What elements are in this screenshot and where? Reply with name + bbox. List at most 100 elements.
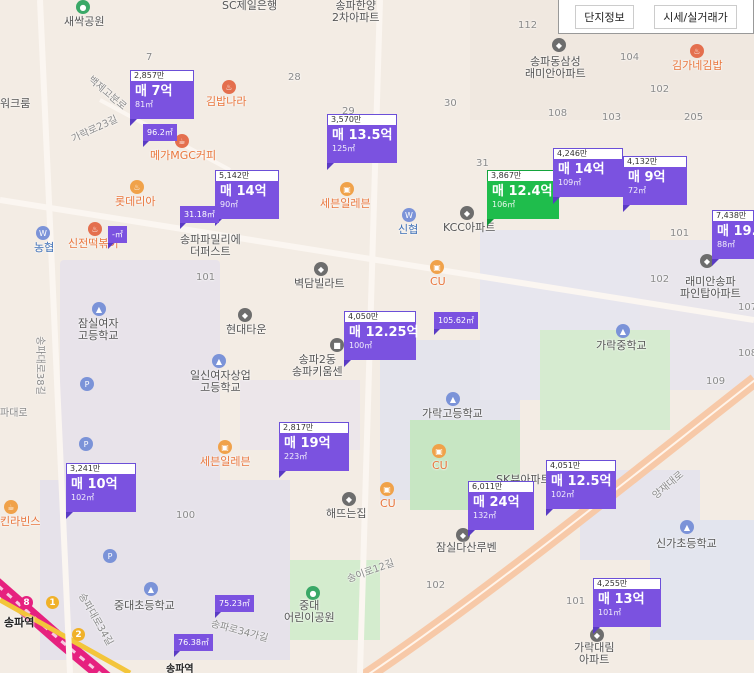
price-marker-selected[interactable]: 3,867만 매 12.4억 ★ 106㎡: [487, 170, 569, 226]
cafe-icon[interactable]: ☕: [4, 500, 18, 514]
parking-icon[interactable]: P: [79, 437, 93, 451]
restaurant-icon[interactable]: ♨: [88, 222, 102, 236]
building-number: 112: [518, 20, 538, 31]
price-per-pyeong: 3,241만: [66, 463, 136, 474]
restaurant-icon[interactable]: ♨: [222, 80, 236, 94]
convenience-store-icon[interactable]: ▣: [380, 482, 394, 496]
price-marker[interactable]: 5,142만 매 14억 90㎡: [215, 170, 279, 226]
area-marker[interactable]: 75.23㎡: [215, 595, 254, 618]
price-per-pyeong: 5,142만: [215, 170, 279, 181]
place-label: 세븐일레븐: [200, 455, 251, 468]
sale-price: 매 14억: [558, 162, 605, 177]
price-per-pyeong: 3,570만: [327, 114, 397, 125]
marker-tail: [623, 205, 637, 212]
area-marker[interactable]: 96.2㎡: [143, 124, 177, 147]
place-label: 메가MGC커피: [150, 149, 217, 162]
building-number: 102: [426, 580, 446, 591]
place-label: 가락대림 아파트: [574, 641, 615, 667]
area-size: 100㎡: [349, 341, 373, 350]
price-marker[interactable]: 4,255만 매 13억 101㎡: [593, 578, 661, 634]
school-icon[interactable]: ▲: [144, 582, 158, 596]
park-icon[interactable]: ●: [306, 586, 320, 600]
convenience-store-icon[interactable]: ▣: [432, 444, 446, 458]
apartment-icon[interactable]: ◆: [552, 38, 566, 52]
road-label: 파대로: [0, 408, 28, 419]
convenience-store-icon[interactable]: ▣: [340, 182, 354, 196]
price-marker[interactable]: 3,570만 매 13.5억 125㎡: [327, 114, 397, 170]
restaurant-icon[interactable]: ♨: [690, 44, 704, 58]
area-size: 101㎡: [598, 608, 622, 617]
station-label[interactable]: 송파역: [166, 660, 194, 673]
station-label[interactable]: 송파역: [4, 614, 34, 630]
complex-info-button[interactable]: 단지정보: [575, 4, 634, 29]
exit-1-icon: 1: [46, 596, 59, 609]
price-marker[interactable]: 3,241만 매 10억 102㎡: [66, 463, 136, 519]
price-per-pyeong: 4,051만: [546, 460, 616, 471]
place-label: CU: [380, 497, 396, 510]
price-per-pyeong: 2,857만: [130, 70, 194, 81]
marker-tail: [593, 627, 607, 634]
building-number: 102: [650, 274, 670, 285]
price-per-pyeong: 6,011만: [468, 481, 534, 492]
school-icon[interactable]: ▲: [92, 302, 106, 316]
marker-tail: [546, 509, 560, 516]
price-marker[interactable]: 4,246만 매 14억 109㎡: [553, 148, 623, 204]
building-number: 205: [684, 112, 704, 123]
marker-tail: [130, 119, 144, 126]
bank-icon[interactable]: W: [402, 208, 416, 222]
area-size: 72㎡: [628, 186, 647, 195]
sale-price: 매 14억: [220, 184, 267, 199]
area-marker[interactable]: 105.62㎡: [434, 312, 478, 335]
parking-icon[interactable]: P: [103, 549, 117, 563]
place-label: 잠실여자 고등학교: [78, 317, 119, 343]
apartment-icon[interactable]: ◆: [238, 308, 252, 322]
cafe-icon[interactable]: ☕: [175, 134, 189, 148]
area-marker[interactable]: 31.18㎡: [180, 206, 219, 229]
place-label: 잠실다산루벤: [436, 541, 497, 554]
bank-icon[interactable]: W: [36, 226, 50, 240]
apartment-icon[interactable]: ◆: [314, 262, 328, 276]
place-label: 중대초등학교: [114, 599, 175, 612]
market-price-button[interactable]: 시세/실거래가: [654, 4, 737, 29]
school-icon[interactable]: ▲: [616, 324, 630, 338]
place-label: 송파2동 송파키움센: [292, 353, 343, 379]
price-per-pyeong: 7,438만: [712, 210, 754, 221]
area-marker[interactable]: 76.38㎡: [174, 634, 213, 657]
park-icon[interactable]: ●: [76, 0, 90, 14]
marker-tail: [712, 259, 726, 266]
convenience-store-icon[interactable]: ▣: [430, 260, 444, 274]
price-marker[interactable]: 2,817만 매 19억 223㎡: [279, 422, 349, 478]
convenience-store-icon[interactable]: ▣: [218, 440, 232, 454]
public-office-icon[interactable]: ■: [330, 338, 344, 352]
place-label: 가락중학교: [596, 339, 647, 352]
building-number: 31: [476, 158, 489, 169]
place-label: 워크룸: [0, 97, 31, 110]
price-per-pyeong: 4,246만: [553, 148, 623, 159]
school-icon[interactable]: ▲: [212, 354, 226, 368]
price-marker[interactable]: 6,011만 매 24억 132㎡: [468, 481, 534, 537]
marker-tail: [553, 197, 567, 204]
price-marker[interactable]: 7,438만 매 19.888㎡: [712, 210, 754, 266]
apartment-icon[interactable]: ◆: [342, 492, 356, 506]
area-size: 132㎡: [473, 511, 497, 520]
subway-line-8-icon: 8: [20, 596, 33, 609]
school-icon[interactable]: ▲: [680, 520, 694, 534]
area-marker[interactable]: -㎡: [108, 226, 127, 249]
price-marker[interactable]: 4,050만 매 12.25억 100㎡: [344, 311, 419, 367]
apartment-icon[interactable]: ◆: [460, 206, 474, 220]
place-label: 송파파밀리에 더퍼스트: [180, 233, 241, 259]
parking-icon[interactable]: P: [80, 377, 94, 391]
map-canvas[interactable]: 단지정보 시세/실거래가 ● 새싹공원 SC제일은행 송파한양 2차아파트 ◆ …: [0, 0, 754, 673]
exit-2-icon: 2: [72, 628, 85, 641]
school-icon[interactable]: ▲: [446, 392, 460, 406]
building-number: 28: [288, 72, 301, 83]
restaurant-icon[interactable]: ♨: [130, 180, 144, 194]
building-number: 104: [620, 52, 640, 63]
price-marker[interactable]: 2,857만 매 7억 81㎡: [130, 70, 194, 126]
map-toolbar: 단지정보 시세/실거래가: [558, 0, 754, 34]
price-marker[interactable]: 4,051만 매 12.5억 102㎡: [546, 460, 616, 516]
area-size: 109㎡: [558, 178, 582, 187]
price-marker[interactable]: 4,132만 매 9억 72㎡: [623, 156, 687, 212]
area-size: 102㎡: [71, 493, 95, 502]
place-label: 김밥나라: [206, 95, 247, 108]
